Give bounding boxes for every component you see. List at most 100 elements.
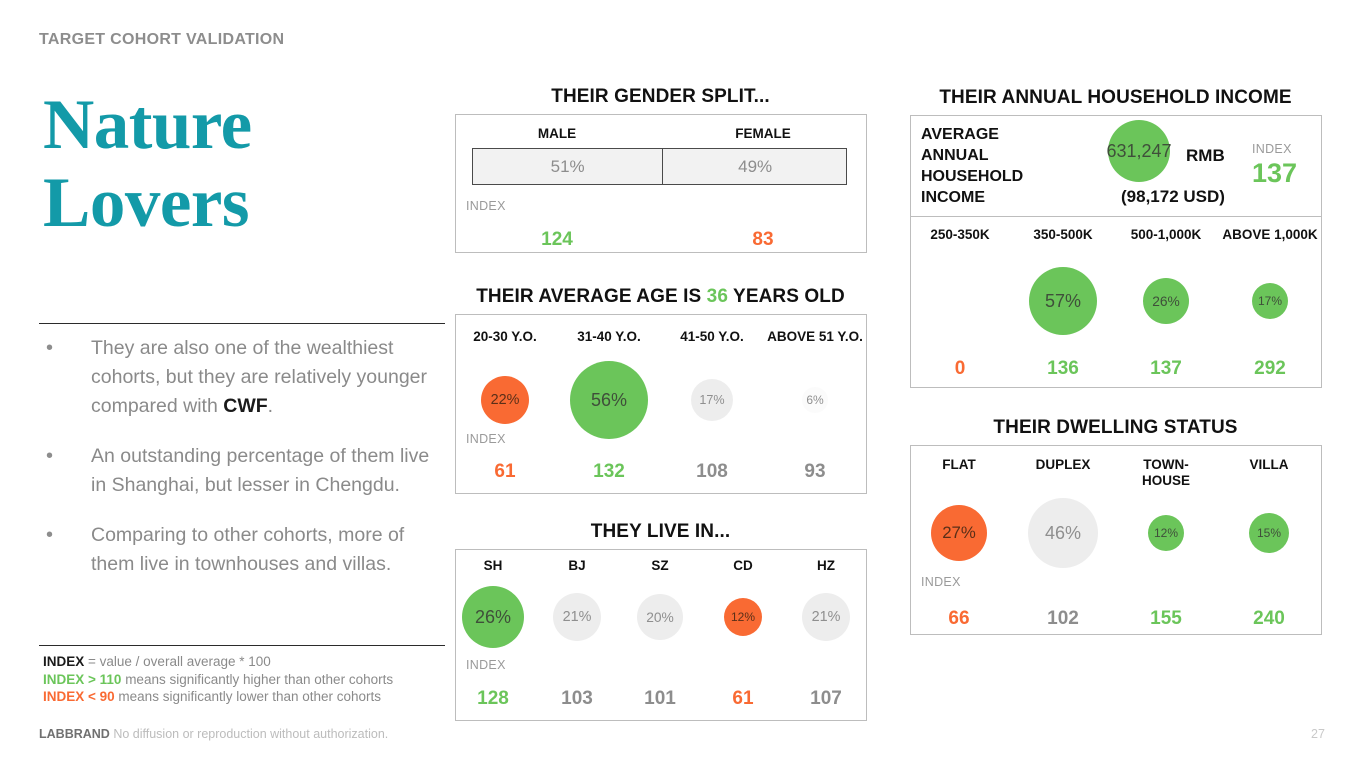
page-number: 27 — [1311, 727, 1325, 741]
bullet-text: An outstanding percentage of them live i… — [91, 445, 430, 496]
index-value-dwelling-1: 102 — [1047, 608, 1079, 629]
bubble-age-1: 56% — [570, 361, 648, 439]
slide-root: TARGET COHORT VALIDATION Nature Lovers •… — [0, 0, 1369, 770]
bubble-dwelling-1: 46% — [1028, 498, 1098, 568]
index-label-city: INDEX — [466, 658, 506, 672]
bubble-city-1: 21% — [553, 593, 601, 641]
page-kicker: TARGET COHORT VALIDATION — [39, 31, 285, 48]
legend-text-2: means significantly higher than other co… — [121, 671, 394, 687]
column-header-income-3: ABOVE 1,000K — [1200, 227, 1340, 243]
income-currency: RMB — [1186, 146, 1225, 165]
index-value-dwelling-0: 66 — [948, 608, 970, 629]
bullet-marker: • — [46, 445, 54, 467]
bubble-dwelling-3: 15% — [1249, 513, 1289, 553]
index-value-city-4: 107 — [810, 688, 842, 709]
bullet-list: • They are also one of the wealthiest coh… — [39, 334, 445, 600]
legend-key-1: INDEX — [43, 654, 85, 669]
index-value-age-2: 108 — [696, 461, 728, 482]
index-value-income-1: 136 — [1047, 358, 1079, 379]
title-highlight: 36 — [706, 286, 729, 307]
index-value-income-3: 292 — [1254, 358, 1286, 379]
income-label-line: HOUSEHOLD — [921, 168, 1024, 185]
index-value-dwelling-3: 240 — [1253, 608, 1285, 629]
chart-title-gender-split: THEIR GENDER SPLIT... — [551, 86, 770, 107]
bubble-age-3: 6% — [802, 387, 828, 413]
bubble-income-1: 57% — [1029, 267, 1097, 335]
legend-line-2: INDEX > 110 means significantly higher t… — [43, 671, 463, 689]
page-title: Nature Lovers — [43, 86, 423, 242]
income-index-label: INDEX — [1252, 142, 1292, 156]
footer-brand: LABBRAND — [39, 727, 110, 741]
bullet-marker: • — [46, 337, 54, 359]
bullet-text: Comparing to other cohorts, more of them… — [91, 524, 405, 575]
chart-title-they-live-in: THEY LIVE IN... — [590, 521, 731, 542]
bullet-text: They are also one of the wealthiest coho… — [91, 337, 428, 417]
list-item: • An outstanding percentage of them live … — [39, 442, 445, 500]
column-header-city-4: HZ — [756, 558, 896, 574]
index-value-income-0: 0 — [954, 358, 966, 379]
bullet-emphasis: CWF — [223, 395, 268, 417]
footer-note: No diffusion or reproduction without aut… — [113, 727, 389, 741]
bullet-marker: • — [46, 524, 54, 546]
index-label-dwelling: INDEX — [921, 575, 961, 589]
legend-key-2: INDEX > 110 — [43, 671, 122, 687]
page-title-line1: Nature — [43, 86, 252, 164]
bubble-city-4: 21% — [802, 593, 850, 641]
index-value-income-2: 137 — [1150, 358, 1182, 379]
column-header-line: HOUSE — [1141, 473, 1190, 488]
income-index-value: 137 — [1252, 158, 1298, 188]
gender-split-bar: 51% 49% — [472, 148, 847, 185]
index-label-gender: INDEX — [466, 199, 506, 213]
column-header-line: HZ — [817, 558, 835, 573]
income-label-line: INCOME — [921, 189, 985, 206]
list-item: • Comparing to other cohorts, more of the… — [39, 521, 445, 579]
column-header-line: VILLA — [1249, 457, 1289, 472]
bubble-income-3: 17% — [1252, 283, 1288, 319]
column-header-age-3: ABOVE 51 Y.O. — [745, 329, 885, 345]
bubble-dwelling-0: 27% — [931, 505, 987, 561]
bubble-income-2: 26% — [1143, 278, 1189, 324]
bubble-city-2: 20% — [637, 594, 683, 640]
column-header-line: FEMALE — [735, 126, 791, 141]
chart-title-dwelling: THEIR DWELLING STATUS — [993, 417, 1238, 438]
index-value-gender-1: 83 — [752, 229, 774, 250]
bubble-city-3: 12% — [724, 598, 762, 636]
bubble-age-0: 22% — [481, 376, 529, 424]
column-header-gender-1: FEMALE — [693, 126, 833, 142]
divider-bottom — [39, 645, 445, 646]
index-value-age-1: 132 — [593, 461, 625, 482]
gender-segment-male: 51% — [473, 149, 664, 184]
column-header-dwelling-3: VILLA — [1199, 457, 1339, 473]
column-header-line: MALE — [537, 126, 577, 141]
income-label-line: ANNUAL — [921, 147, 989, 164]
income-label-line: AVERAGE — [921, 126, 999, 143]
bubble-age-2: 17% — [691, 379, 733, 421]
index-label-age: INDEX — [466, 432, 506, 446]
legend-text-3: means significantly lower than other coh… — [114, 689, 382, 704]
divider-top — [39, 323, 445, 324]
chart-title-income: THEIR ANNUAL HOUSEHOLD INCOME — [939, 87, 1292, 108]
index-value-gender-0: 124 — [541, 229, 573, 250]
legend-text-1: = value / overall average * 100 — [84, 654, 271, 669]
column-header-line: ABOVE 1,000K — [1222, 227, 1318, 242]
bubble-city-0: 26% — [462, 586, 524, 648]
footer-copyright: LABBRAND No diffusion or reproduction wi… — [39, 727, 388, 741]
index-value-age-3: 93 — [804, 461, 826, 482]
column-header-gender-0: MALE — [487, 126, 627, 142]
legend-line-3: INDEX < 90 means significantly lower tha… — [43, 688, 463, 706]
legend-key-3: INDEX < 90 — [43, 689, 115, 704]
list-item: • They are also one of the wealthiest coh… — [39, 334, 445, 421]
gender-segment-female: 49% — [738, 156, 773, 176]
bubble-income-average: 631,247 — [1106, 120, 1172, 182]
income-section-divider — [911, 216, 1321, 217]
legend-line-1: INDEX = value / overall average * 100 — [43, 653, 463, 671]
chart-title-average-age: THEIR AVERAGE AGE IS 36 YEARS OLD — [476, 286, 845, 307]
income-usd: (98,172 USD) — [1121, 187, 1225, 206]
index-legend: INDEX = value / overall average * 100 IN… — [43, 653, 463, 706]
income-summary-label: AVERAGE ANNUAL HOUSEHOLD INCOME — [921, 124, 1023, 208]
column-header-line: ABOVE 51 Y.O. — [767, 329, 863, 344]
index-value-dwelling-2: 155 — [1150, 608, 1182, 629]
bubble-dwelling-2: 12% — [1148, 515, 1184, 551]
page-title-line2: Lovers — [43, 164, 250, 242]
index-value-age-0: 61 — [494, 461, 516, 482]
